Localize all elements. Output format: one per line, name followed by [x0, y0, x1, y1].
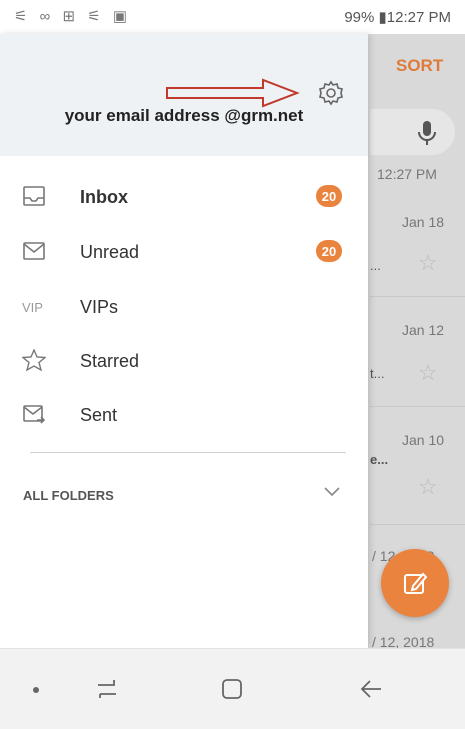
search-bar[interactable]	[370, 109, 455, 155]
chevron-down-icon[interactable]	[324, 486, 340, 498]
compose-icon	[404, 572, 428, 594]
drawer-item-sent[interactable]: Sent	[0, 389, 368, 443]
status-icons-left: ⚟ ∞ ⊞ ⚟ ▣	[14, 8, 131, 25]
star-icon[interactable]: ☆	[418, 474, 453, 500]
status-bar: ⚟ ∞ ⊞ ⚟ ▣ 99% ▮12:27 PM	[0, 0, 465, 34]
back-icon[interactable]	[359, 676, 385, 702]
vip-icon: VIP	[22, 300, 43, 315]
settings-gear-icon[interactable]	[318, 80, 344, 106]
status-battery-time: 99% ▮12:27 PM	[344, 9, 451, 26]
all-folders-heading[interactable]: ALL FOLDERS	[23, 488, 114, 503]
email-snippet: ...	[370, 258, 381, 273]
divider	[370, 406, 465, 407]
drawer-item-starred[interactable]: Starred	[0, 335, 368, 389]
annotation-arrow-icon	[166, 78, 300, 108]
inbox-icon	[23, 186, 45, 206]
recent-apps-icon[interactable]	[94, 676, 120, 702]
email-snippet: e...	[370, 452, 389, 467]
drawer-item-vips[interactable]: VIP VIPs	[0, 281, 368, 335]
drawer-item-inbox[interactable]: Inbox 20	[0, 171, 368, 225]
drawer-header: your email address @grm.net	[0, 34, 368, 156]
star-icon[interactable]: ☆	[418, 360, 453, 386]
email-snippet: t...	[370, 366, 385, 381]
divider	[370, 524, 465, 525]
divider	[30, 452, 346, 453]
system-navigation-bar	[0, 648, 465, 729]
star-icon[interactable]: ☆	[418, 250, 453, 276]
email-date: Jan 12	[402, 322, 445, 338]
drawer-item-unread[interactable]: Unread 20	[0, 226, 368, 280]
unread-count-badge: 20	[316, 185, 342, 207]
drawer-item-label: Sent	[80, 405, 118, 425]
sort-button[interactable]: SORT	[396, 56, 443, 76]
envelope-icon	[23, 242, 45, 260]
star-icon	[22, 349, 46, 371]
navigation-drawer: your email address @grm.net Inbox 20 Unr…	[0, 34, 368, 648]
drawer-item-label: Inbox	[80, 187, 128, 207]
email-date: Jan 10	[402, 432, 445, 448]
divider	[370, 296, 465, 297]
email-date: 12:27 PM	[377, 166, 437, 182]
compose-button[interactable]	[381, 549, 449, 617]
unread-count-badge: 20	[316, 240, 342, 262]
home-icon[interactable]	[219, 676, 245, 702]
drawer-item-label: Unread	[80, 242, 140, 262]
sent-icon	[23, 405, 46, 424]
menu-dot-icon[interactable]	[33, 687, 39, 693]
microphone-icon[interactable]	[416, 120, 438, 146]
drawer-item-label: Starred	[80, 351, 140, 371]
email-date: Jan 18	[402, 214, 445, 230]
drawer-item-label: VIPs	[80, 297, 119, 317]
account-email[interactable]: your email address @grm.net	[0, 106, 368, 126]
